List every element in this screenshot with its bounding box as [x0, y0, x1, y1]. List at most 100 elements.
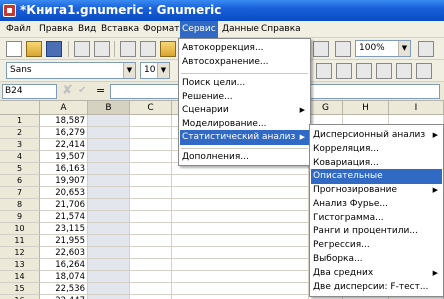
grid-cell[interactable] [88, 127, 130, 139]
grid-cell[interactable] [130, 247, 172, 259]
grid-cell[interactable]: 18,074 [40, 271, 88, 283]
grid-cell[interactable] [172, 295, 309, 299]
menu-item-statistical-analysis[interactable]: Статистический анализ ▶ [180, 130, 309, 145]
grid-cell[interactable] [130, 259, 172, 271]
grid-cell[interactable]: 22,414 [40, 139, 88, 151]
percent-format-icon[interactable] [356, 63, 372, 79]
merge-cells-icon[interactable] [316, 63, 332, 79]
row-header[interactable]: 15 [0, 283, 40, 295]
grid-cell[interactable] [88, 151, 130, 163]
grid-cell[interactable] [130, 235, 172, 247]
grid-cell[interactable]: 20,653 [40, 187, 88, 199]
grid-cell[interactable] [88, 223, 130, 235]
row-header[interactable]: 10 [0, 223, 40, 235]
new-document-icon[interactable] [6, 41, 22, 57]
chart-icon[interactable] [335, 41, 351, 57]
grid-cell[interactable] [130, 271, 172, 283]
grid-cell[interactable] [130, 163, 172, 175]
column-header-b[interactable]: B [88, 101, 130, 115]
grid-cell[interactable] [130, 283, 172, 295]
grid-cell[interactable]: 16,279 [40, 127, 88, 139]
equals-icon[interactable]: = [96, 84, 105, 97]
column-header-i[interactable]: I [389, 101, 444, 115]
grid-cell[interactable] [130, 139, 172, 151]
grid-cell[interactable] [130, 175, 172, 187]
grid-cell[interactable] [172, 175, 309, 187]
grid-cell[interactable] [172, 199, 309, 211]
chevron-down-icon[interactable]: ▼ [398, 41, 410, 56]
row-header[interactable]: 1 [0, 115, 40, 127]
cut-icon[interactable] [120, 41, 136, 57]
menu-item-f-test[interactable]: Две дисперсии: F-тест... [311, 280, 442, 295]
grid-cell[interactable] [172, 271, 309, 283]
row-header[interactable]: 16 [0, 295, 40, 299]
grid-cell[interactable] [88, 139, 130, 151]
grid-cell[interactable] [88, 235, 130, 247]
grid-cell[interactable]: 23,115 [40, 223, 88, 235]
menu-item-rank-percentile[interactable]: Ранги и процентили... [311, 224, 442, 239]
grid-cell[interactable] [88, 271, 130, 283]
row-header[interactable]: 5 [0, 163, 40, 175]
menu-insert[interactable]: Вставка [99, 21, 141, 38]
menu-format[interactable]: Формат [141, 21, 182, 38]
row-header[interactable]: 9 [0, 211, 40, 223]
grid-cell[interactable]: 21,706 [40, 199, 88, 211]
menu-item-fourier-analysis[interactable]: Анализ Фурье... [311, 197, 442, 212]
grid-cell[interactable] [88, 187, 130, 199]
grid-cell[interactable] [172, 187, 309, 199]
sort-icon[interactable] [313, 41, 329, 57]
grid-cell[interactable] [130, 295, 172, 299]
grid-cell[interactable]: 18,587 [40, 115, 88, 127]
grid-cell[interactable]: 22,603 [40, 247, 88, 259]
zoom-combo[interactable]: 100% ▼ [355, 40, 411, 57]
paste-icon[interactable] [160, 41, 176, 57]
toolbar-overflow-icon[interactable] [418, 41, 434, 57]
select-all-corner[interactable] [0, 101, 40, 115]
row-header[interactable]: 8 [0, 199, 40, 211]
cell-reference-box[interactable]: B24 [2, 84, 57, 99]
grid-cell[interactable] [88, 211, 130, 223]
font-size-combo[interactable]: 10 ▼ [140, 62, 170, 79]
menu-item-anova[interactable]: Дисперсионный анализ ▶ [311, 128, 442, 143]
grid-cell[interactable] [88, 259, 130, 271]
grid-cell[interactable] [130, 151, 172, 163]
column-header-a[interactable]: A [40, 101, 88, 115]
menu-item-forecasting[interactable]: Прогнозирование ▶ [311, 183, 442, 198]
accept-icon[interactable]: ✔ [78, 85, 86, 96]
chevron-down-icon[interactable]: ▼ [123, 63, 135, 78]
column-header-g[interactable]: G [309, 101, 343, 115]
row-header[interactable]: 2 [0, 127, 40, 139]
grid-cell[interactable] [88, 163, 130, 175]
menu-edit[interactable]: Правка [37, 21, 75, 38]
copy-icon[interactable] [140, 41, 156, 57]
menu-item-scenarios[interactable]: Сценарии ▶ [180, 103, 309, 118]
currency-format-icon[interactable] [336, 63, 352, 79]
grid-cell[interactable]: 16,264 [40, 259, 88, 271]
grid-cell[interactable] [88, 175, 130, 187]
grid-cell[interactable] [130, 127, 172, 139]
grid-cell[interactable]: 21,955 [40, 235, 88, 247]
menu-tools[interactable]: Сервис [180, 21, 218, 38]
menu-data[interactable]: Данные [220, 21, 261, 38]
grid-cell[interactable] [130, 223, 172, 235]
grid-cell[interactable] [172, 283, 309, 295]
increase-decimals-icon[interactable] [396, 63, 412, 79]
grid-cell[interactable] [130, 211, 172, 223]
menu-item-descriptive-statistics[interactable]: Описательные статистики... [311, 169, 442, 196]
row-header[interactable]: 14 [0, 271, 40, 283]
row-header[interactable]: 6 [0, 175, 40, 187]
grid-cell[interactable]: 19,907 [40, 175, 88, 187]
row-header[interactable]: 11 [0, 235, 40, 247]
menu-item-autocorrect[interactable]: Автокоррекция... [180, 41, 309, 56]
grid-cell[interactable] [130, 187, 172, 199]
menu-item-regression[interactable]: Регрессия... [311, 238, 442, 253]
row-header[interactable]: 13 [0, 259, 40, 271]
row-header[interactable]: 7 [0, 187, 40, 199]
row-header[interactable]: 3 [0, 139, 40, 151]
grid-cell[interactable] [130, 115, 172, 127]
font-name-combo[interactable]: Sans ▼ [6, 62, 136, 79]
menu-help[interactable]: Справка [259, 21, 303, 38]
open-folder-icon[interactable] [26, 41, 42, 57]
menu-item-goal-seek[interactable]: Поиск цели... [180, 76, 309, 91]
grid-cell[interactable] [88, 283, 130, 295]
